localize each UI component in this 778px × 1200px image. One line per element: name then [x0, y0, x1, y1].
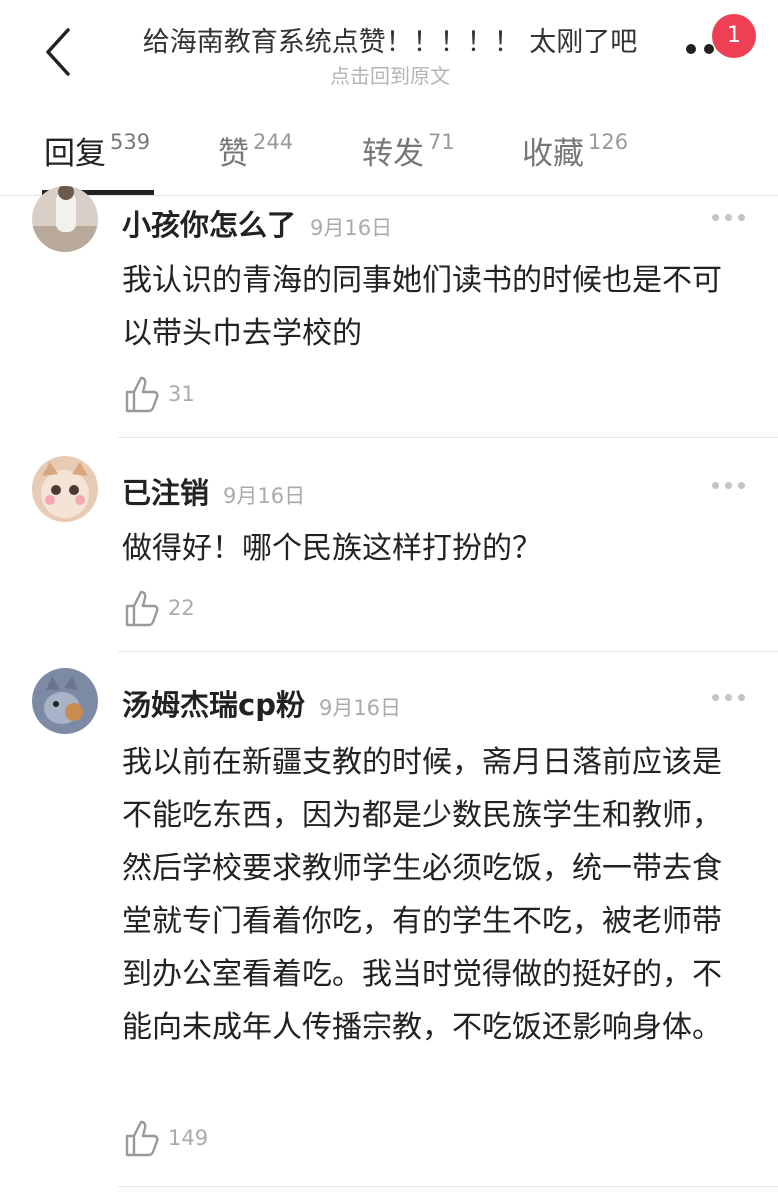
like-count: 22 [168, 596, 195, 620]
like-count: 149 [168, 1126, 209, 1150]
comment-more-button[interactable] [712, 482, 746, 494]
comment-date: 9月16日 [310, 216, 393, 240]
comment-date: 9月16日 [223, 484, 306, 508]
comment-author[interactable]: 汤姆杰瑞cp粉 9月16日 [122, 682, 401, 724]
tab-replies-count: 539 [110, 130, 151, 154]
tab-reposts[interactable]: 转发 71 [362, 128, 455, 188]
tab-replies[interactable]: 回复 539 [44, 128, 150, 188]
comment-author[interactable]: 已注销 9月16日 [122, 470, 305, 512]
comment-date: 9月16日 [318, 696, 402, 720]
more-dots-icon-dot [725, 482, 732, 489]
tab-favorites[interactable]: 收藏 126 [522, 128, 628, 188]
comment-more-button[interactable] [712, 214, 746, 226]
avatar-image [32, 456, 98, 522]
more-dots-icon-dot [725, 694, 732, 701]
avatar-image [32, 668, 98, 734]
more-dots-icon [712, 214, 719, 221]
tab-likes[interactable]: 赞 244 [218, 128, 293, 188]
comment-text: 做得好！哪个民族这样打扮的？ [122, 531, 542, 566]
more-dots-icon [712, 482, 719, 489]
like-button[interactable]: 31 [124, 374, 195, 418]
post-title[interactable]: 给海南教育系统点赞！！！！！ 太刚了吧 [110, 20, 670, 59]
more-dots-icon [712, 694, 719, 701]
tab-favorites-count: 126 [588, 130, 629, 154]
like-button[interactable]: 149 [124, 1118, 208, 1162]
more-dots-icon [686, 44, 696, 54]
tab-reposts-count: 71 [428, 130, 455, 154]
avatar[interactable] [32, 186, 98, 252]
avatar[interactable] [32, 456, 98, 522]
author-name: 已注销 [122, 476, 210, 510]
comment-item: 汤姆杰瑞cp粉 9月16日 我以前在新疆支教的时候，斋月日落前应该是不能吃东西，因… [0, 652, 778, 1188]
author-name: 汤姆杰瑞cp粉 [122, 688, 305, 722]
comment-item: 小孩你怎么了 9月16日 我认识的青海的同事她们读书的时候也是不可以带头巾去学校的… [0, 186, 778, 436]
thumbs-up-icon [125, 1120, 159, 1157]
more-dots-icon-dot [725, 214, 732, 221]
more-dots-icon-dot [738, 694, 745, 701]
tab-replies-label: 回复 [44, 136, 106, 172]
avatar-image [32, 186, 98, 252]
comment-author[interactable]: 小孩你怎么了 9月16日 [122, 202, 392, 244]
more-dots-icon-dot [704, 44, 714, 54]
avatar[interactable] [32, 668, 98, 734]
comment-text: 我以前在新疆支教的时候，斋月日落前应该是不能吃东西，因为都是少数民族学生和教师，… [122, 745, 722, 1045]
comment-divider [118, 1186, 778, 1187]
top-bar: 给海南教育系统点赞！！！！！ 太刚了吧 点击回到原文 1 [0, 0, 778, 110]
like-button[interactable]: 22 [124, 588, 195, 632]
thumbs-up-icon [125, 376, 159, 413]
tab-reposts-label: 转发 [362, 136, 424, 172]
tab-favorites-label: 收藏 [522, 136, 584, 172]
notification-badge[interactable]: 1 [712, 14, 756, 58]
back-button[interactable] [34, 26, 82, 78]
comment-text: 我认识的青海的同事她们读书的时候也是不可以带头巾去学校的 [122, 263, 722, 351]
back-to-original-link[interactable]: 点击回到原文 [110, 60, 670, 89]
comment-item: 已注销 9月16日 做得好！哪个民族这样打扮的？ 22 [0, 438, 778, 650]
comment-more-button[interactable] [712, 694, 746, 706]
back-arrow-icon [46, 28, 70, 76]
more-dots-icon-dot [738, 482, 745, 489]
author-name: 小孩你怎么了 [122, 208, 297, 242]
tab-likes-label: 赞 [218, 136, 249, 172]
like-count: 31 [168, 382, 195, 406]
more-dots-icon-dot [738, 214, 745, 221]
tab-likes-count: 244 [253, 130, 294, 154]
tab-bar: 回复 539 赞 244 转发 71 收藏 126 [0, 110, 778, 196]
thumbs-up-icon [125, 590, 159, 627]
